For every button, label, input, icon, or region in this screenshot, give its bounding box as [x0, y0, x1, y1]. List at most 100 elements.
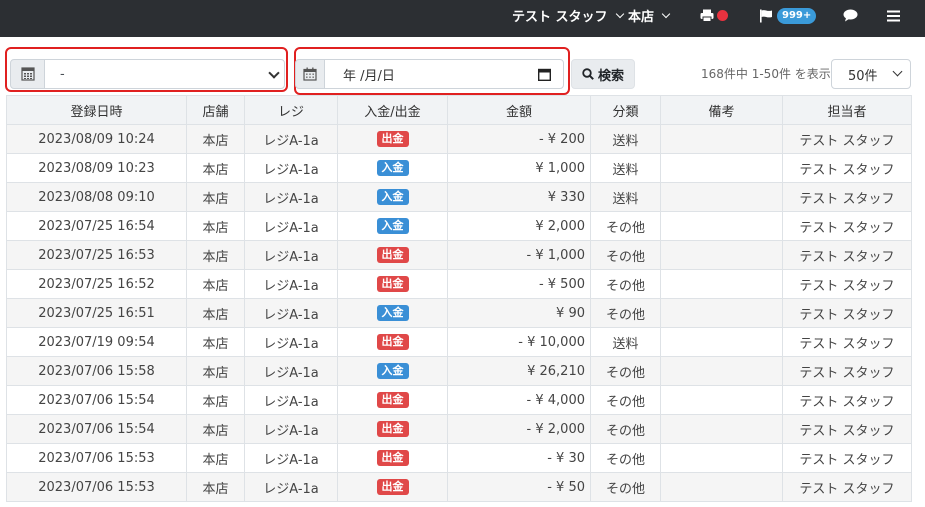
cell-store: 本店	[186, 124, 245, 154]
cell-type: 出金	[337, 472, 448, 502]
cell-staff: テスト スタッフ	[782, 298, 912, 328]
cell-date: 2023/07/25 16:52	[6, 269, 187, 299]
cell-register: レジA-1a	[244, 472, 338, 502]
cell-amount: - ¥ 4,000	[447, 385, 591, 415]
cell-register: レジA-1a	[244, 356, 338, 386]
top-navbar: テスト スタッフ 本店 999+	[0, 0, 925, 37]
printer-icon	[700, 9, 714, 22]
cell-date: 2023/07/06 15:54	[6, 385, 187, 415]
withdrawal-badge: 出金	[376, 450, 409, 466]
cell-note	[660, 385, 783, 415]
cell-register: レジA-1a	[244, 385, 338, 415]
cell-category: その他	[590, 472, 661, 502]
cell-date: 2023/07/06 15:53	[6, 472, 187, 502]
table-header-row: 登録日時 店舗 レジ 入金/出金 金額 分類 備考 担当者	[6, 95, 912, 125]
table-row: 2023/07/25 16:51 本店 レジA-1a 入金 ¥ 90 その他 テスト スタッ…	[6, 298, 912, 328]
table-row: 2023/07/25 16:52 本店 レジA-1a 出金 - ¥ 500 その他 テスト …	[6, 269, 912, 299]
cell-register: レジA-1a	[244, 443, 338, 473]
calendar-picker-icon[interactable]	[538, 68, 551, 81]
cell-date: 2023/08/09 10:23	[6, 153, 187, 183]
per-page-select[interactable]: 50件	[831, 59, 911, 89]
column-header: 金額	[447, 95, 591, 125]
cell-type: 出金	[337, 414, 448, 444]
cell-type: 入金	[337, 182, 448, 212]
deposit-badge: 入金	[376, 160, 409, 176]
cell-store: 本店	[186, 443, 245, 473]
cell-category: その他	[590, 443, 661, 473]
cell-category: 送料	[590, 124, 661, 154]
cash-transactions-table: 登録日時 店舗 レジ 入金/出金 金額 分類 備考 担当者 2023/08/09 10:24 本…	[6, 95, 912, 502]
printer-button[interactable]	[700, 0, 728, 31]
chat-button[interactable]	[843, 0, 858, 31]
search-icon	[582, 68, 594, 80]
table-row: 2023/07/06 15:54 本店 レジA-1a 出金 - ¥ 4,000 その他 テス…	[6, 385, 912, 415]
cell-type: 出金	[337, 269, 448, 299]
cell-note	[660, 240, 783, 270]
deposit-badge: 入金	[376, 218, 409, 234]
cell-note	[660, 414, 783, 444]
column-header: 入金/出金	[337, 95, 448, 125]
deposit-badge: 入金	[376, 189, 409, 205]
cell-staff: テスト スタッフ	[782, 269, 912, 299]
cell-category: その他	[590, 211, 661, 241]
cell-register: レジA-1a	[244, 211, 338, 241]
cell-amount: ¥ 330	[447, 182, 591, 212]
cell-store: 本店	[186, 240, 245, 270]
cell-amount: - ¥ 30	[447, 443, 591, 473]
table-row: 2023/07/06 15:53 本店 レジA-1a 出金 - ¥ 50 その他 テスト ス…	[6, 472, 912, 502]
per-page-value: 50件	[848, 68, 878, 84]
cell-category: 送料	[590, 153, 661, 183]
cell-amount: ¥ 1,000	[447, 153, 591, 183]
table-row: 2023/07/19 09:54 本店 レジA-1a 出金 - ¥ 10,000 送料 テス…	[6, 327, 912, 357]
cell-store: 本店	[186, 211, 245, 241]
table-row: 2023/08/09 10:23 本店 レジA-1a 入金 ¥ 1,000 送料 テスト ス…	[6, 153, 912, 183]
cell-category: その他	[590, 240, 661, 270]
cell-note	[660, 182, 783, 212]
cell-amount: ¥ 2,000	[447, 211, 591, 241]
cell-type: 入金	[337, 356, 448, 386]
cell-date: 2023/07/06 15:53	[6, 443, 187, 473]
deposit-badge: 入金	[376, 363, 409, 379]
chevron-down-icon	[615, 9, 624, 18]
cell-amount: - ¥ 50	[447, 472, 591, 502]
store-dropdown[interactable]: 本店	[628, 0, 671, 31]
cell-date: 2023/07/06 15:54	[6, 414, 187, 444]
store-name: 本店	[628, 10, 655, 25]
chevron-down-icon	[661, 9, 671, 18]
cell-amount: - ¥ 500	[447, 269, 591, 299]
menu-button[interactable]	[887, 0, 900, 31]
cell-store: 本店	[186, 182, 245, 212]
cell-amount: ¥ 90	[447, 298, 591, 328]
register-select[interactable]: -	[44, 59, 285, 89]
cell-date: 2023/07/25 16:51	[6, 298, 187, 328]
search-button[interactable]: 検索	[571, 59, 635, 89]
table-row: 2023/07/06 15:54 本店 レジA-1a 出金 - ¥ 2,000 その他 テス…	[6, 414, 912, 444]
cell-staff: テスト スタッフ	[782, 443, 912, 473]
printer-status-dot	[717, 10, 728, 21]
cell-store: 本店	[186, 269, 245, 299]
notifications-button[interactable]: 999+	[759, 0, 817, 31]
table-header: 登録日時 店舗 レジ 入金/出金 金額 分類 備考 担当者	[6, 95, 912, 125]
cell-amount: - ¥ 10,000	[447, 327, 591, 357]
date-input[interactable]: 年 /月/日	[324, 59, 564, 89]
calculator-icon	[20, 67, 35, 81]
notification-count-badge: 999+	[777, 7, 817, 24]
column-header: 店舗	[186, 95, 245, 125]
calendar-icon	[303, 67, 317, 81]
cell-staff: テスト スタッフ	[782, 385, 912, 415]
cell-amount: ¥ 26,210	[447, 356, 591, 386]
withdrawal-badge: 出金	[376, 392, 409, 408]
cell-amount: - ¥ 1,000	[447, 240, 591, 270]
column-header: 分類	[590, 95, 661, 125]
cell-staff: テスト スタッフ	[782, 153, 912, 183]
cell-note	[660, 269, 783, 299]
cell-staff: テスト スタッフ	[782, 124, 912, 154]
cell-store: 本店	[186, 298, 245, 328]
cell-staff: テスト スタッフ	[782, 472, 912, 502]
staff-dropdown[interactable]: テスト スタッフ	[512, 0, 624, 31]
cell-note	[660, 298, 783, 328]
cell-date: 2023/07/06 15:58	[6, 356, 187, 386]
table-row: 2023/07/06 15:53 本店 レジA-1a 出金 - ¥ 30 その他 テスト ス…	[6, 443, 912, 473]
register-addon	[10, 59, 45, 89]
table-row: 2023/07/06 15:58 本店 レジA-1a 入金 ¥ 26,210 その他 テスト…	[6, 356, 912, 386]
